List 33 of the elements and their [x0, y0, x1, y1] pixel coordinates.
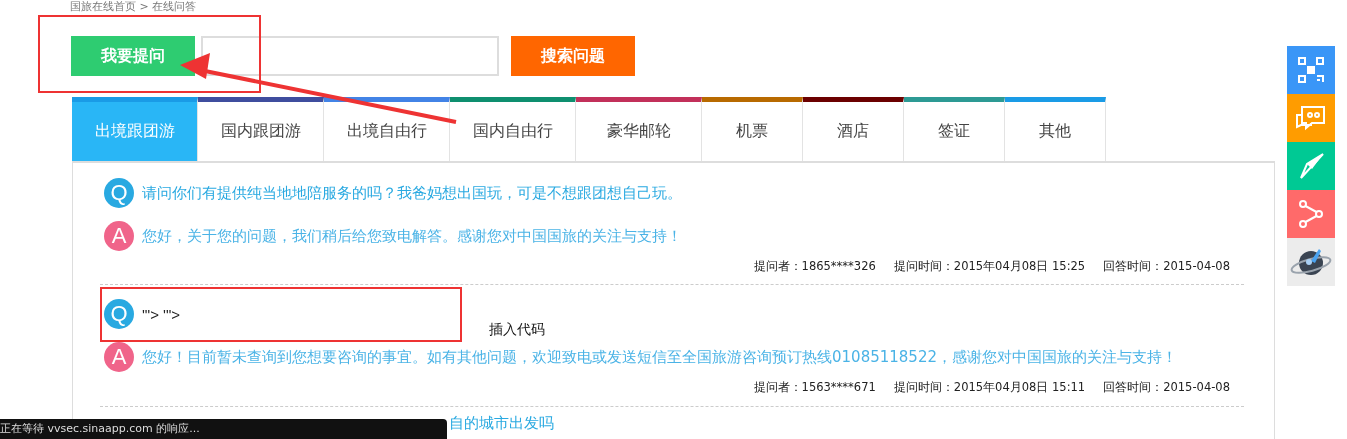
ask-time: 提问时间：2015年04月08日 15:25 — [893, 259, 1086, 274]
chat-icon — [1294, 103, 1328, 133]
annotation-label: 插入代码 — [489, 321, 545, 339]
answer-time: 回答时间：2015-04-08 — [1103, 380, 1230, 395]
chat-tool-button[interactable] — [1287, 94, 1335, 142]
ask-time: 提问时间：2015年04月08日 15:11 — [893, 380, 1086, 395]
answer-badge: A — [104, 342, 134, 372]
qr-code-icon — [1297, 56, 1325, 84]
compass-tool-button[interactable] — [1287, 142, 1335, 190]
asker-label: 提问者：1865****326 — [753, 259, 876, 274]
qr-tool-button[interactable] — [1287, 46, 1335, 94]
status-bar: 正在等待 vvsec.sinaapp.com 的响应... — [0, 419, 447, 439]
answer-text: 您好，关于您的问题，我们稍后给您致电解答。感谢您对中国国旅的关注与支持！ — [142, 226, 682, 246]
asker-label: 提问者：1563****671 — [753, 380, 876, 395]
category-tab[interactable]: 出境自由行 — [324, 97, 450, 161]
question-badge: Q — [104, 299, 134, 329]
search-field[interactable] — [201, 36, 499, 76]
category-tab[interactable]: 豪华邮轮 — [576, 97, 702, 161]
question-text[interactable]: '"> '"> — [142, 305, 181, 323]
rocket-tool-button[interactable] — [1287, 238, 1335, 286]
breadcrumb[interactable]: 国旅在线首页 > 在线问答 — [0, 0, 1347, 14]
category-tab[interactable]: 国内跟团游 — [198, 97, 324, 161]
category-tab[interactable]: 签证 — [904, 97, 1005, 161]
answer-badge: A — [104, 221, 134, 251]
share-icon — [1297, 199, 1325, 229]
answer-text: 您好！目前暂未查询到您想要咨询的事宜。如有其他问题，欢迎致电或发送短信至全国旅游咨询预订热线01085118522，感谢您对中国国旅的关注与支持！ — [142, 347, 1177, 367]
answer-time: 回答时间：2015-04-08 — [1103, 259, 1230, 274]
category-tab[interactable]: 酒店 — [803, 97, 904, 161]
category-tab[interactable]: 其他 — [1005, 97, 1106, 161]
category-tab[interactable]: 国内自由行 — [450, 97, 576, 161]
question-badge: Q — [104, 178, 134, 208]
compass-icon — [1297, 152, 1325, 180]
category-tab[interactable]: 机票 — [702, 97, 803, 161]
